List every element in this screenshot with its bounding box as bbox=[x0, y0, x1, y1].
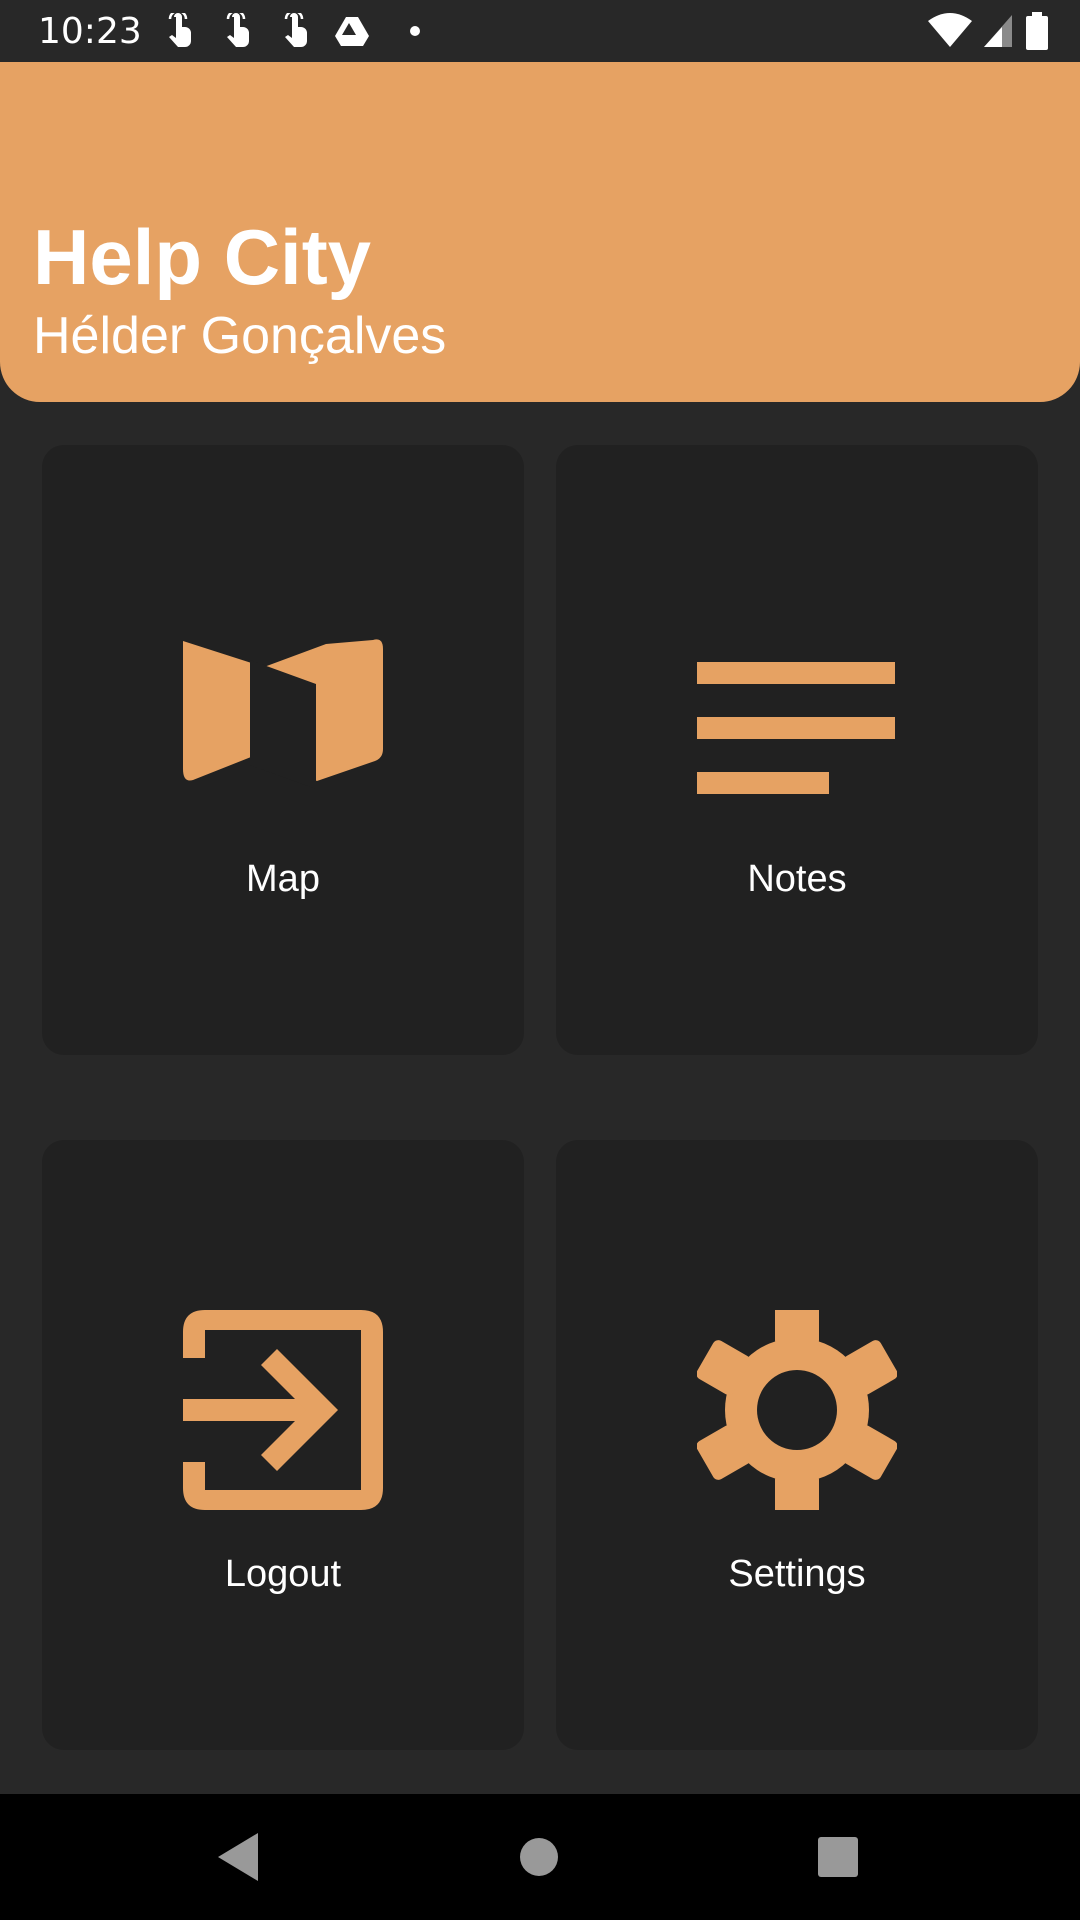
notes-tile[interactable]: Notes bbox=[556, 445, 1038, 1055]
navigation-bar bbox=[0, 1794, 1080, 1920]
dot-icon bbox=[410, 26, 420, 36]
signal-icon bbox=[984, 15, 1012, 47]
gear-icon bbox=[697, 1310, 897, 1510]
notification-icons bbox=[160, 13, 420, 49]
map-label: Map bbox=[246, 858, 320, 900]
back-icon[interactable] bbox=[210, 1827, 270, 1887]
settings-label: Settings bbox=[728, 1553, 866, 1595]
wifi-icon bbox=[928, 13, 972, 47]
battery-icon bbox=[1026, 12, 1048, 50]
notes-label: Notes bbox=[747, 858, 847, 900]
touch-icon bbox=[284, 13, 307, 47]
recents-icon[interactable] bbox=[808, 1827, 868, 1887]
map-icon bbox=[183, 639, 383, 789]
logout-tile[interactable]: Logout bbox=[42, 1140, 524, 1750]
touch-icon bbox=[226, 13, 249, 47]
settings-tile[interactable]: Settings bbox=[556, 1140, 1038, 1750]
map-tile[interactable]: Map bbox=[42, 445, 524, 1055]
status-bar: 10:23 bbox=[0, 0, 1080, 62]
logout-icon bbox=[183, 1310, 383, 1510]
app-title: Help City bbox=[33, 213, 372, 301]
status-time: 10:23 bbox=[38, 11, 142, 52]
logout-label: Logout bbox=[224, 1553, 342, 1595]
touch-icon bbox=[168, 13, 191, 47]
system-icons bbox=[928, 12, 1050, 50]
drive-icon bbox=[335, 17, 369, 46]
user-name: Hélder Gonçalves bbox=[33, 307, 447, 365]
home-icon[interactable] bbox=[509, 1827, 569, 1887]
notes-icon bbox=[697, 662, 895, 794]
app-header: Help City Hélder Gonçalves bbox=[0, 62, 1080, 402]
